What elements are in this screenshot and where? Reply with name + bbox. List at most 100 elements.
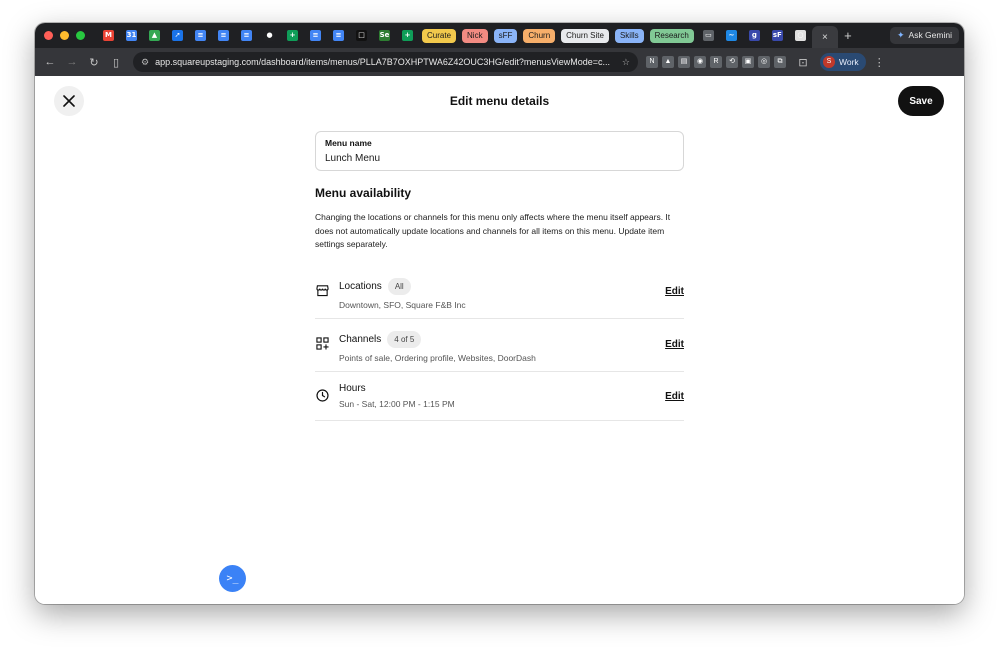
bookmark-star-icon[interactable]: ☆	[622, 57, 630, 68]
tab-group-churn[interactable]: Churn	[523, 28, 556, 43]
docs-icon: ≡	[241, 30, 252, 41]
forward-arrow-icon[interactable]: →	[61, 56, 83, 68]
reload-icon[interactable]: ↻	[83, 56, 105, 69]
extension-icon[interactable]: ▣	[742, 56, 754, 68]
browser-tab[interactable]: Se	[373, 23, 396, 48]
browser-tab[interactable]: ○	[789, 23, 812, 48]
channels-summary: Points of sale, Ordering profile, Websit…	[339, 352, 536, 363]
locations-row: Locations All Downtown, SFO, Square F&B …	[315, 266, 684, 319]
browser-tab[interactable]: □	[350, 23, 373, 48]
edit-hours-link[interactable]: Edit	[665, 391, 684, 402]
profile-label: Work	[839, 57, 859, 67]
edit-channels-link[interactable]: Edit	[665, 339, 684, 350]
address-bar[interactable]: ⚙ app.squareupstaging.com/dashboard/item…	[133, 52, 638, 72]
browser-tab[interactable]: sF	[766, 23, 789, 48]
square-icon: □	[356, 30, 367, 41]
browser-tab[interactable]: ≡	[212, 23, 235, 48]
docs-icon: ≡	[218, 30, 229, 41]
browser-tab[interactable]: +	[396, 23, 419, 48]
menu-name-input[interactable]: Lunch Menu	[325, 153, 674, 164]
hours-text: Hours Sun - Sat, 12:00 PM - 1:15 PM	[339, 383, 455, 409]
browser-tab[interactable]: g	[743, 23, 766, 48]
terminal-button[interactable]: >_	[219, 565, 246, 592]
browser-tab[interactable]: ~	[720, 23, 743, 48]
channels-title: Channels	[339, 333, 382, 345]
tab-group-curate[interactable]: Curate	[422, 28, 457, 43]
locations-summary: Downtown, SFO, Square F&B Inc	[339, 299, 466, 310]
hours-summary: Sun - Sat, 12:00 PM - 1:15 PM	[339, 398, 455, 409]
availability-description: Changing the locations or channels for t…	[315, 212, 671, 249]
site-info-icon[interactable]: ⚙	[141, 57, 149, 68]
browser-tab[interactable]: ≡	[304, 23, 327, 48]
menu-name-field[interactable]: Menu name Lunch Menu	[315, 131, 684, 171]
availability-list: Locations All Downtown, SFO, Square F&B …	[315, 266, 684, 421]
tab-group-churn-site[interactable]: Churn Site	[561, 28, 609, 43]
window-controls	[44, 31, 85, 40]
browser-tab[interactable]: ▲	[143, 23, 166, 48]
extension-icon[interactable]: ▤	[678, 56, 690, 68]
close-tab-icon[interactable]: ×	[822, 32, 828, 43]
sheets-icon: +	[287, 30, 298, 41]
close-window-button[interactable]	[44, 31, 53, 40]
back-arrow-icon[interactable]: ←	[39, 56, 61, 68]
extension-icon[interactable]: R	[710, 56, 722, 68]
avatar: S	[823, 56, 835, 68]
browser-tab[interactable]: ≡	[327, 23, 350, 48]
ask-gemini-label: Ask Gemini	[908, 30, 952, 40]
tab-group-skills[interactable]: Skills	[614, 28, 644, 43]
page: Edit menu details Save Menu name Lunch M…	[35, 76, 964, 604]
edit-form: Menu name Lunch Menu Menu availability C…	[315, 131, 684, 421]
page-title: Edit menu details	[449, 94, 550, 108]
gemini-icon: ✦	[896, 30, 905, 40]
store-icon	[316, 284, 329, 296]
browser-tab[interactable]: ➚	[166, 23, 189, 48]
hours-row: Hours Sun - Sat, 12:00 PM - 1:15 PM Edit	[315, 372, 684, 421]
rocket-icon: ➚	[172, 30, 183, 41]
channels-row: Channels 4 of 5 Points of sale, Ordering…	[315, 319, 684, 372]
browser-window: M 31 ▲ ➚ ≡ ≡ ≡ ● + ≡ ≡ □ Se + Curate Nick sFF Churn Churn …	[35, 23, 964, 604]
browser-tab[interactable]: ▭	[697, 23, 720, 48]
sidebar-panel-icon[interactable]: ▯	[105, 56, 127, 69]
sheets-icon: +	[402, 30, 413, 41]
maximize-window-button[interactable]	[76, 31, 85, 40]
save-button[interactable]: Save	[898, 86, 944, 116]
browser-tab[interactable]: M	[97, 23, 120, 48]
tab-group-research[interactable]: Research	[649, 28, 694, 43]
browser-menu-icon[interactable]: ⋮	[874, 56, 885, 69]
extension-icon[interactable]: ◎	[758, 56, 770, 68]
browser-tab[interactable]: +	[281, 23, 304, 48]
profile-button[interactable]: S Work	[820, 53, 866, 71]
browser-tab[interactable]: ●	[258, 23, 281, 48]
tab-group-nick[interactable]: Nick	[462, 28, 488, 43]
docs-icon: ≡	[333, 30, 344, 41]
extension-icon[interactable]: ⟲	[726, 56, 738, 68]
sff-icon: sF	[771, 30, 783, 41]
github-icon: ●	[264, 30, 275, 41]
locations-title: Locations	[339, 280, 382, 292]
minimize-window-button[interactable]	[60, 31, 69, 40]
browser-tab[interactable]: ≡	[189, 23, 212, 48]
extension-icon[interactable]: ▲	[662, 56, 674, 68]
active-tab[interactable]: ×	[811, 26, 838, 48]
browser-tab[interactable]: ≡	[235, 23, 258, 48]
new-tab-icon[interactable]: +	[838, 28, 858, 43]
extension-icon[interactable]: ◉	[694, 56, 706, 68]
grid-plus-icon	[316, 336, 329, 350]
menu-name-label: Menu name	[325, 138, 372, 148]
extensions-bar: N ▲ ▤ ◉ R ⟲ ▣ ◎ ⧉	[646, 56, 786, 68]
extension-icon[interactable]: N	[646, 56, 658, 68]
se-icon: Se	[379, 30, 390, 41]
clock-icon	[316, 388, 329, 402]
circle-icon: ○	[794, 30, 806, 41]
tab-group-sff[interactable]: sFF	[493, 28, 518, 43]
extension-icon[interactable]: ⧉	[774, 56, 786, 68]
tab-search-icon[interactable]: ⊡	[792, 56, 814, 69]
docs-icon: ≡	[310, 30, 321, 41]
locations-badge: All	[387, 277, 411, 295]
availability-heading: Menu availability	[315, 186, 412, 200]
browser-tab[interactable]: 31	[120, 23, 143, 48]
gmail-icon: M	[103, 30, 114, 41]
ask-gemini-button[interactable]: ✦ Ask Gemini	[889, 27, 959, 44]
edit-locations-link[interactable]: Edit	[665, 286, 684, 297]
printer-icon: ▭	[702, 30, 714, 41]
